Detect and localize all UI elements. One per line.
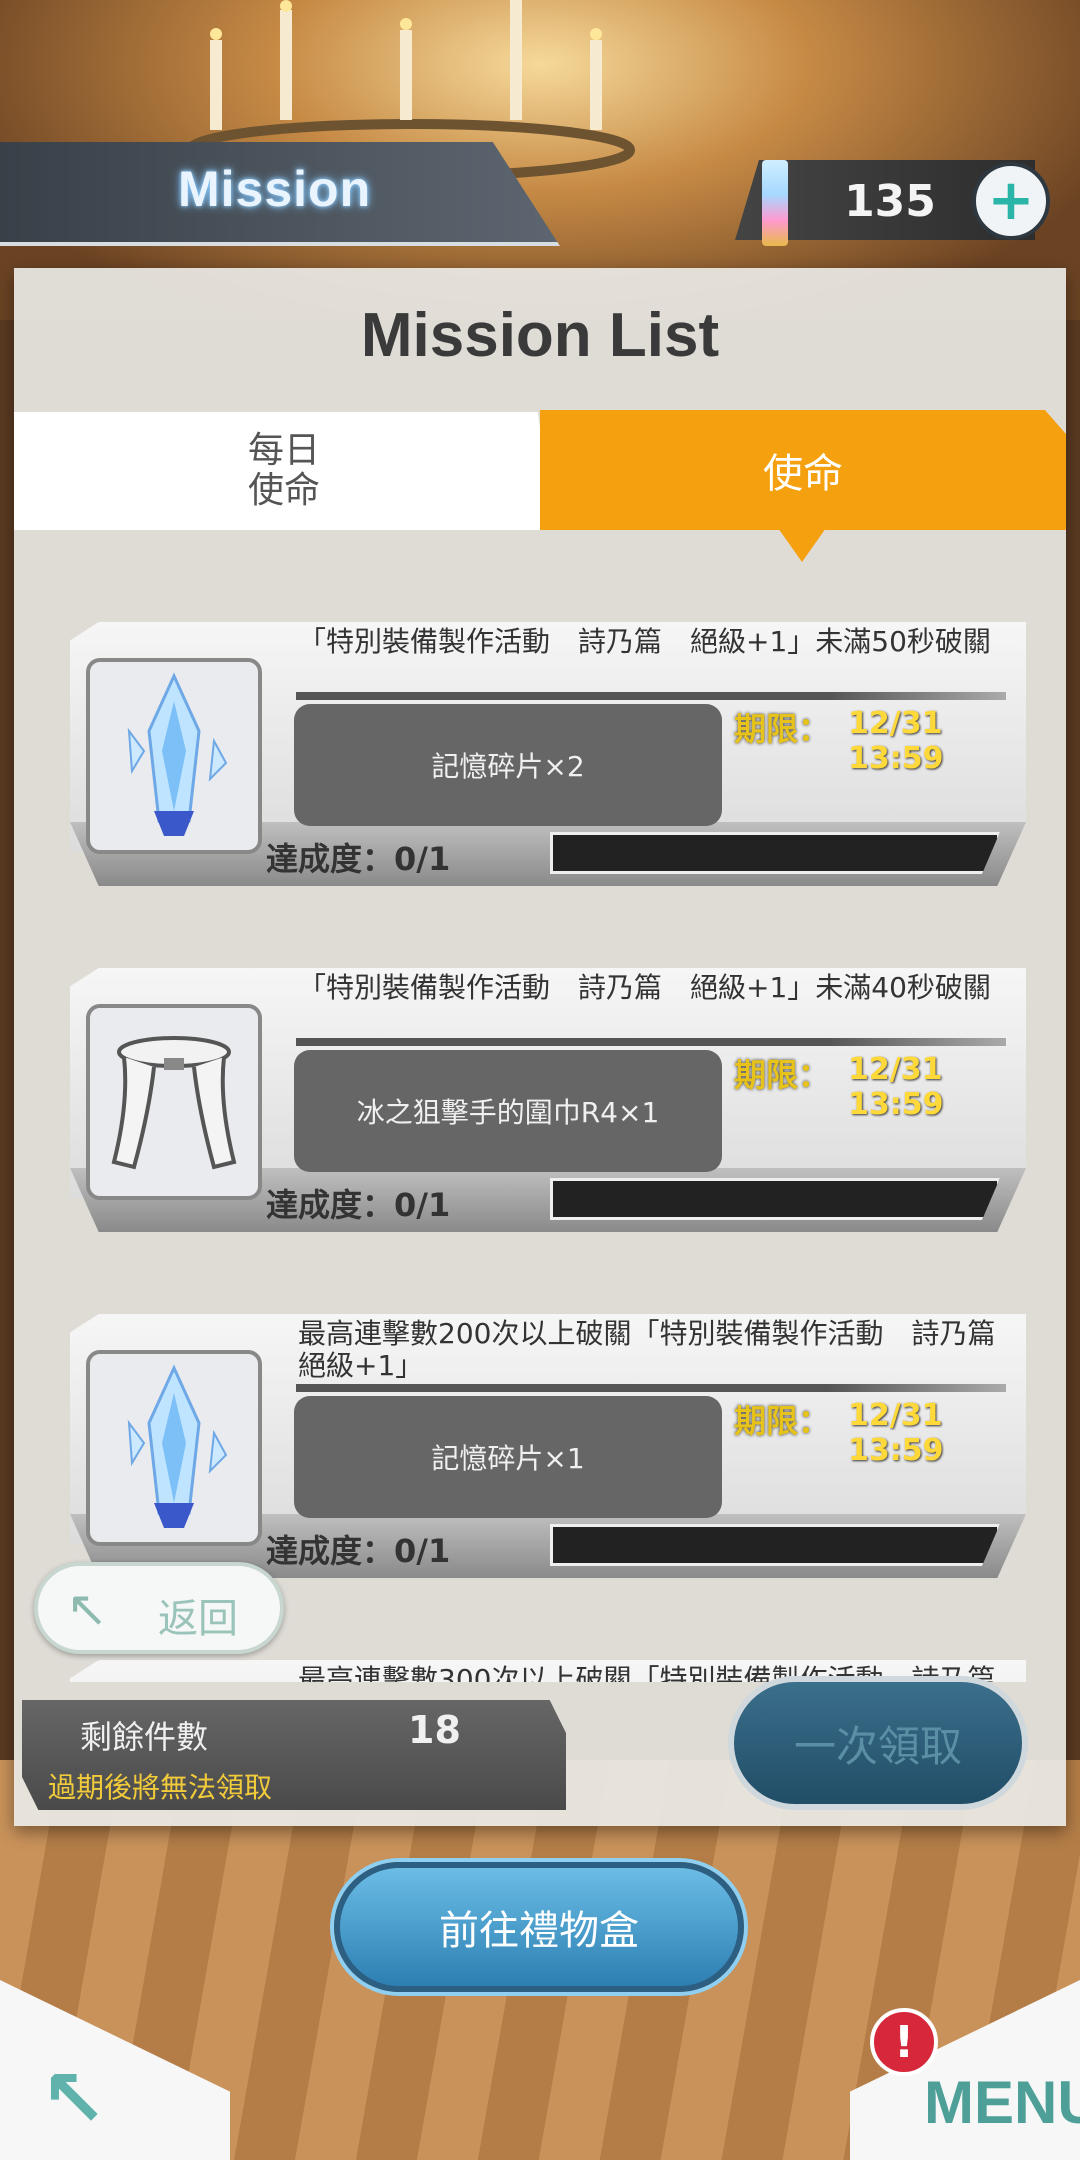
claim-all-button[interactable]: 一次領取 [728,1676,1028,1810]
reward-box: 記憶碎片×1 [294,1396,722,1518]
progress-label: 達成度：0/1 [266,834,450,880]
menu-button[interactable]: MENU [924,2068,1080,2137]
back-label: 返回 [158,1596,238,1642]
progress-bar [550,1178,1000,1220]
memory-diamond-icon [762,160,788,246]
alert-icon: ! [893,2016,915,2068]
mission-title: 「特別裝備製作活動 詩乃篇 絕級+1」未滿50秒破關 [298,625,991,658]
gift-box-label: 前往禮物盒 [439,1908,639,1954]
progress-label: 達成度：0/1 [266,1180,450,1226]
back-button[interactable]: ↖ 返回 [34,1562,284,1654]
deadline-label: 期限： [734,1056,831,1094]
deadline-value: 12/31 13:59 [848,1052,944,1122]
page-title: Mission [178,161,372,217]
mission-card[interactable]: 最高連擊數200次以上破關「特別裝備製作活動 詩乃篇 絕級+1」 記憶碎片×1 … [70,1314,1026,1582]
add-currency-button[interactable]: + [972,162,1050,240]
claim-all-label: 一次領取 [793,1721,962,1771]
progress-value: 0/1 [394,840,451,878]
progress-value: 0/1 [394,1532,451,1570]
plus-icon: + [987,168,1035,233]
title-underline [296,1384,1006,1392]
panel-title: Mission List [360,301,720,370]
progress-value: 0/1 [394,1186,451,1224]
go-to-gift-box-button[interactable]: 前往禮物盒 [334,1862,744,1992]
progress-bar [550,1524,1000,1566]
tab-label: 使命 [763,451,843,497]
mission-list[interactable]: 「特別裝備製作活動 詩乃篇 絕級+1」未滿50秒破關 記憶碎片×2 期限： 12… [14,534,1066,1682]
progress-caption: 達成度： [266,840,395,878]
mission-title: 「特別裝備製作活動 詩乃篇 絕級+1」未滿40秒破關 [298,971,991,1004]
scarf-icon [86,1004,262,1200]
reward-label: 冰之狙擊手的圍巾R4×1 [356,1096,660,1129]
reward-box: 冰之狙擊手的圍巾R4×1 [294,1050,722,1172]
remaining-count: 18 [408,1708,461,1752]
deadline-value: 12/31 13:59 [848,706,944,776]
notification-badge: ! [870,2008,938,2076]
title-underline [296,692,1006,700]
back-corner-arrow-icon[interactable]: ↖ [40,2052,107,2145]
crystal-icon [86,658,262,854]
deadline-value: 12/31 13:59 [848,1398,944,1468]
reward-label: 記憶碎片×2 [431,750,585,783]
back-arrow-icon: ↖ [66,1580,108,1638]
mission-card[interactable]: 「特別裝備製作活動 詩乃篇 絕級+1」未滿40秒破關 冰之狙擊手的圍巾R4×1 … [70,968,1026,1236]
progress-caption: 達成度： [266,1186,395,1224]
crystal-icon [86,1350,262,1546]
tab-label: 每日 使命 [247,430,320,511]
deadline-label: 期限： [734,710,831,748]
currency-value: 135 [844,176,936,227]
tab-mission[interactable]: 使命 [540,410,1066,530]
title-underline [296,1038,1006,1046]
mission-card[interactable]: 「特別裝備製作活動 詩乃篇 絕級+1」未滿50秒破關 記憶碎片×2 期限： 12… [70,622,1026,890]
progress-caption: 達成度： [266,1532,395,1570]
reward-label: 記憶碎片×1 [431,1442,585,1475]
deadline-label: 期限： [734,1402,831,1440]
tab-daily-mission[interactable]: 每日 使命 [14,412,554,530]
reward-box: 記憶碎片×2 [294,704,722,826]
progress-label: 達成度：0/1 [266,1526,450,1572]
mission-title: 最高連擊數200次以上破關「特別裝備製作活動 詩乃篇 絕級+1」 [298,1317,1023,1382]
expiry-note: 過期後將無法領取 [48,1771,273,1804]
remaining-label: 剩餘件數 [80,1718,209,1756]
progress-bar [550,832,1000,874]
